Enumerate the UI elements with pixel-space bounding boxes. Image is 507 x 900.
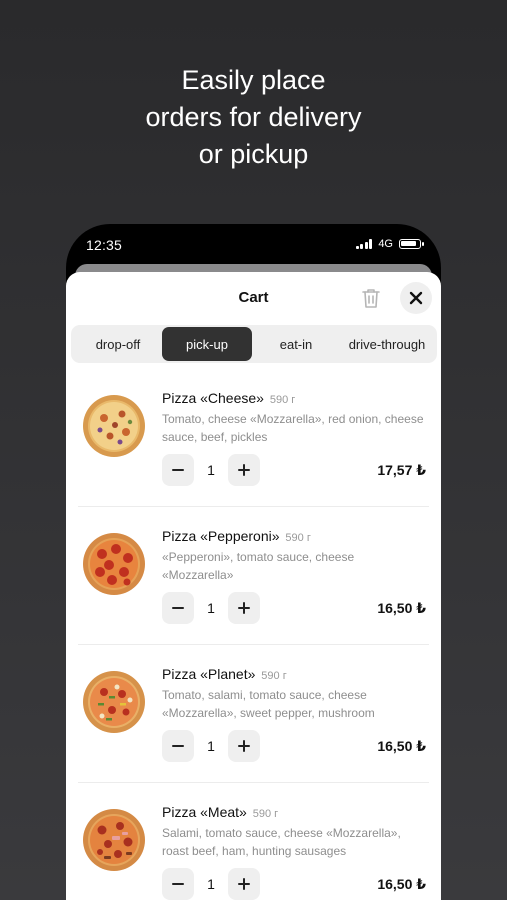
promo-headline-line-2: orders for delivery — [145, 102, 362, 132]
increase-button[interactable] — [228, 730, 260, 762]
cart-item: Pizza «Meat» 590 г Salami, tomato sauce,… — [66, 782, 441, 900]
item-description: Salami, tomato sauce, cheese «Mozzarella… — [162, 826, 401, 858]
decrease-button[interactable] — [162, 592, 194, 624]
minus-icon — [172, 607, 184, 609]
network-label: 4G — [378, 238, 393, 250]
close-button[interactable] — [400, 282, 432, 314]
item-name: Pizza «Meat» 590 г — [162, 804, 278, 820]
item-price: 16,50 ₺ — [377, 738, 426, 754]
quantity-stepper: 1 — [162, 592, 260, 624]
item-description: «Pepperoni», tomato sauce, cheese «Mozza… — [162, 550, 355, 582]
item-description: Tomato, salami, tomato sauce, cheese «Mo… — [162, 688, 375, 720]
plus-icon — [238, 740, 250, 752]
item-weight: 590 г — [252, 808, 279, 820]
promo-headline-line-1: Easily place — [181, 65, 326, 95]
cart-item: Pizza «Planet» 590 г Tomato, salami, tom… — [66, 644, 441, 782]
item-price: 16,50 ₺ — [377, 600, 426, 616]
item-description: Tomato, cheese «Mozzarella», red onion, … — [162, 412, 424, 444]
item-price: 16,50 ₺ — [377, 876, 426, 892]
item-title: Pizza «Meat» — [162, 804, 247, 820]
battery-icon — [399, 239, 424, 249]
item-quantity: 1 — [207, 738, 215, 754]
quantity-stepper: 1 — [162, 868, 260, 900]
tab-drive-through[interactable]: drive-through — [340, 327, 434, 361]
plus-icon — [238, 464, 250, 476]
minus-icon — [172, 469, 184, 471]
item-title: Pizza «Cheese» — [162, 390, 264, 406]
pizza-pepperoni-image — [83, 533, 145, 595]
trash-icon[interactable] — [361, 287, 381, 309]
item-title: Pizza «Planet» — [162, 666, 256, 682]
quantity-stepper: 1 — [162, 454, 260, 486]
tab-eat-in[interactable]: eat-in — [252, 327, 340, 361]
item-quantity: 1 — [207, 600, 215, 616]
cart-item-list: Pizza «Cheese» 590 г Tomato, cheese «Moz… — [66, 368, 441, 900]
item-name: Pizza «Cheese» 590 г — [162, 390, 295, 406]
pizza-planet-image — [83, 671, 145, 733]
signal-icon — [355, 239, 373, 249]
item-weight: 590 г — [261, 670, 287, 682]
cart-item: Pizza «Pepperoni» 590 г «Pepperoni», tom… — [66, 506, 441, 644]
item-weight: 590 г — [269, 394, 296, 406]
increase-button[interactable] — [228, 592, 260, 624]
pizza-cheese-image — [83, 395, 145, 457]
status-bar: 12:35 4G — [66, 224, 441, 264]
minus-icon — [172, 745, 184, 747]
quantity-stepper: 1 — [162, 730, 260, 762]
tab-pick-up[interactable]: pick-up — [162, 327, 252, 361]
decrease-button[interactable] — [162, 868, 194, 900]
order-type-tabs: drop-off pick-up eat-in drive-through — [71, 325, 437, 363]
decrease-button[interactable] — [162, 454, 194, 486]
cart-header: Cart — [66, 272, 441, 324]
status-time: 12:35 — [86, 237, 123, 253]
item-quantity: 1 — [207, 876, 215, 892]
minus-icon — [172, 883, 184, 885]
promo-headline: Easily place orders for delivery or pick… — [0, 62, 507, 173]
plus-icon — [238, 602, 250, 614]
cart-item: Pizza «Cheese» 590 г Tomato, cheese «Moz… — [66, 368, 441, 506]
phone-frame: 12:35 4G Cart drop-off pick-up eat-in dr… — [66, 224, 441, 900]
status-icons: 4G — [355, 238, 424, 250]
cart-title: Cart — [238, 289, 269, 306]
promo-headline-line-3: or pickup — [198, 139, 309, 169]
increase-button[interactable] — [228, 868, 260, 900]
item-weight: 590 г — [285, 532, 311, 544]
increase-button[interactable] — [228, 454, 260, 486]
item-title: Pizza «Pepperoni» — [162, 528, 280, 544]
tab-drop-off[interactable]: drop-off — [74, 327, 162, 361]
decrease-button[interactable] — [162, 730, 194, 762]
item-name: Pizza «Planet» 590 г — [162, 666, 287, 682]
item-price: 17,57 ₺ — [377, 462, 426, 478]
pizza-meat-image — [83, 809, 145, 871]
item-name: Pizza «Pepperoni» 590 г — [162, 528, 311, 544]
plus-icon — [238, 878, 250, 890]
item-quantity: 1 — [207, 462, 215, 478]
close-icon — [409, 291, 423, 305]
cart-sheet: Cart drop-off pick-up eat-in drive-throu… — [66, 272, 441, 900]
